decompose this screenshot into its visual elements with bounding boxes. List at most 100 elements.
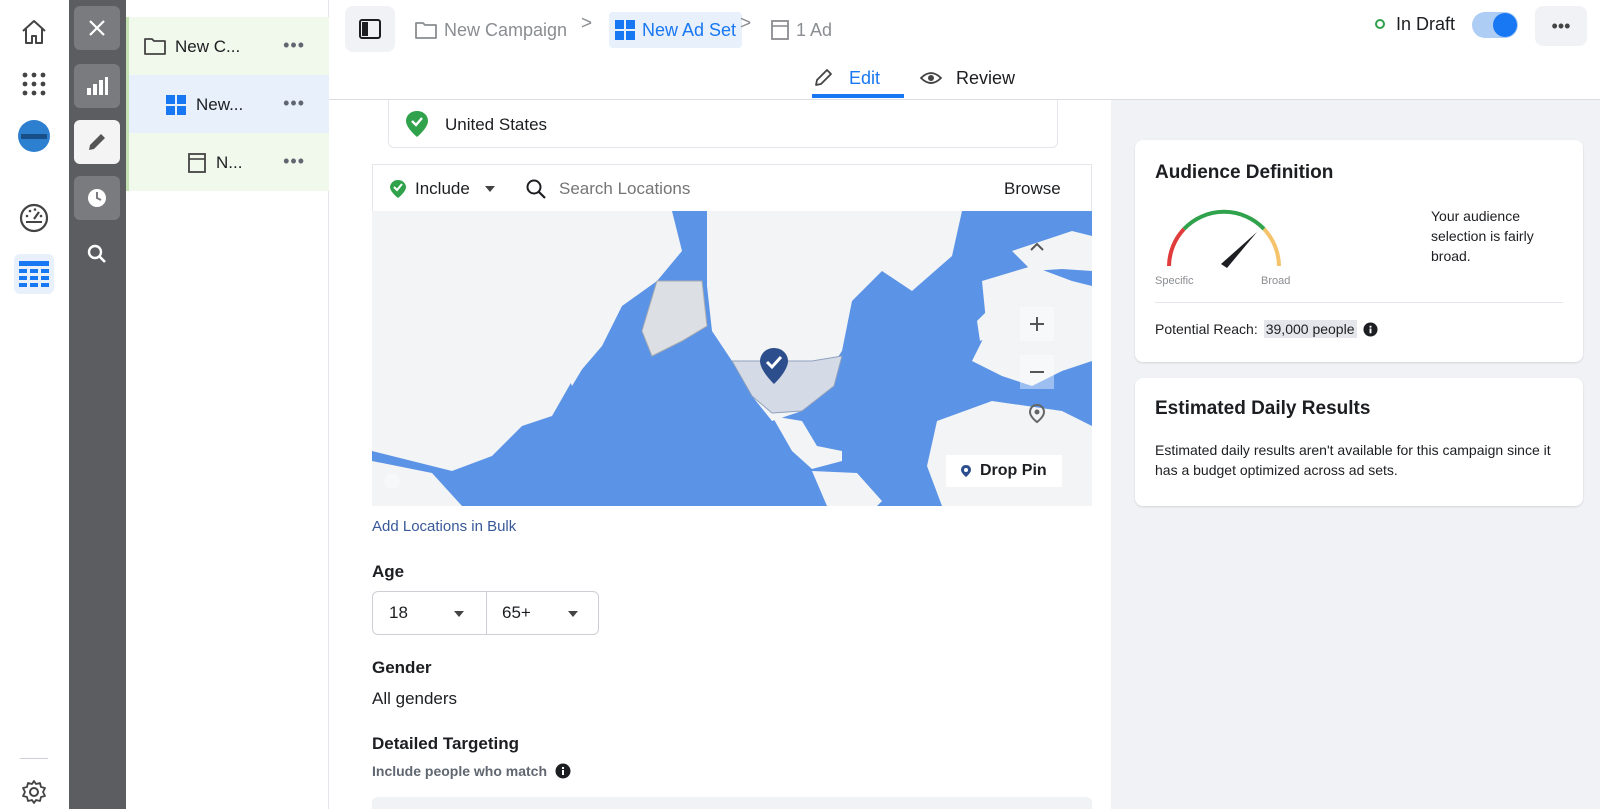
map-collapse-up-icon[interactable] <box>1022 231 1052 261</box>
reporting-chart-button[interactable] <box>74 64 120 108</box>
apps-grid-icon[interactable] <box>14 64 54 104</box>
drop-pin-button[interactable]: Drop Pin <box>946 455 1062 487</box>
tree-campaign-label: New C... <box>175 37 241 56</box>
tool-column <box>69 0 126 809</box>
search-icon <box>87 244 106 263</box>
search-zoom-button[interactable] <box>74 232 120 276</box>
ad-page-icon <box>188 153 206 173</box>
audience-divider <box>1155 302 1563 303</box>
tab-review[interactable]: Review <box>920 58 1015 98</box>
location-map[interactable]: Drop Pin <box>372 211 1092 506</box>
age-min-select[interactable]: 18 <box>372 591 487 635</box>
folder-icon <box>415 22 437 39</box>
selected-country-label: United States <box>445 115 548 134</box>
audience-title: Audience Definition <box>1155 162 1334 183</box>
more-options-icon[interactable]: ••• <box>283 35 305 56</box>
minus-icon <box>1030 371 1044 373</box>
united-states-map-pin-icon[interactable] <box>759 347 789 385</box>
pin-icon <box>961 465 971 477</box>
edit-pencil-button[interactable] <box>74 120 120 164</box>
main-form: United States Include Browse <box>329 100 1111 809</box>
breadcrumb-adset-label: New Ad Set <box>642 19 737 40</box>
bar-chart-icon <box>87 77 108 95</box>
audience-gauge-icon <box>1167 209 1281 268</box>
estimated-daily-results-card: Estimated Daily Results Estimated daily … <box>1135 378 1583 506</box>
header-more-button[interactable]: ••• <box>1535 6 1587 46</box>
estimated-title: Estimated Daily Results <box>1155 398 1371 419</box>
age-label: Age <box>372 562 405 581</box>
left-nav <box>0 0 69 809</box>
chevron-right-icon: > <box>740 13 752 34</box>
pencil-icon <box>89 134 105 150</box>
ad-page-icon <box>771 20 789 40</box>
toggle-knob <box>1493 13 1517 37</box>
tree-item-ad[interactable]: N... ••• <box>126 133 329 191</box>
add-locations-bulk-link[interactable]: Add Locations in Bulk <box>372 518 516 535</box>
gauge-right-label: Broad <box>1261 275 1291 287</box>
include-label: Include <box>415 179 470 198</box>
tab-review-label: Review <box>956 67 1016 88</box>
draft-toggle[interactable] <box>1472 12 1518 38</box>
search-icon <box>526 179 546 199</box>
location-search-bar: Include Browse <box>372 164 1092 212</box>
plus-icon <box>1030 317 1044 331</box>
location-pin-icon <box>390 180 406 198</box>
history-button[interactable] <box>74 176 120 220</box>
age-min-value: 18 <box>389 603 408 622</box>
gender-value[interactable]: All genders <box>372 689 457 709</box>
account-avatar[interactable] <box>14 116 54 156</box>
age-max-value: 65+ <box>502 603 531 622</box>
breadcrumb-campaign-label: New Campaign <box>444 19 568 40</box>
right-panel: Audience Definition Specific Broad Your … <box>1111 100 1600 809</box>
close-button[interactable] <box>74 6 120 50</box>
zoom-in-button[interactable] <box>1020 307 1054 341</box>
info-icon[interactable] <box>1362 321 1378 337</box>
breadcrumb-adset[interactable]: New Ad Set <box>609 12 743 48</box>
drop-pin-label: Drop Pin <box>980 462 1047 479</box>
age-max-select[interactable]: 65+ <box>486 591 599 635</box>
location-pin-check-icon <box>406 111 428 137</box>
tree-item-adset[interactable]: New... ••• <box>126 75 329 133</box>
detailed-targeting-input-edge[interactable] <box>372 797 1092 809</box>
include-dropdown[interactable]: Include <box>389 177 496 201</box>
more-options-icon[interactable]: ••• <box>283 93 305 114</box>
ads-manager-table-icon[interactable] <box>14 254 54 294</box>
tree-item-campaign[interactable]: New C... ••• <box>126 17 329 75</box>
detailed-targeting-sublabel: Include people who match <box>372 763 548 779</box>
info-icon[interactable] <box>555 763 571 779</box>
settings-gear-icon[interactable] <box>14 772 54 809</box>
caret-down-icon <box>454 611 464 617</box>
tree-adset-label: New... <box>196 95 244 114</box>
detailed-targeting-label: Detailed Targeting <box>372 734 520 753</box>
draft-status-label: In Draft <box>1396 14 1456 34</box>
recenter-map-button[interactable] <box>1020 397 1054 431</box>
potential-reach-label: Potential Reach: <box>1155 321 1258 337</box>
browse-link[interactable]: Browse <box>1004 179 1061 199</box>
dashboard-gauge-icon[interactable] <box>14 198 54 238</box>
eye-icon <box>920 72 942 84</box>
pencil-icon <box>815 69 832 86</box>
caret-down-icon <box>484 186 495 192</box>
location-search-input[interactable] <box>559 175 939 203</box>
selected-location-row: United States <box>388 100 1058 148</box>
folder-icon <box>144 38 166 55</box>
gender-label: Gender <box>372 658 432 677</box>
draft-status-dot <box>1375 19 1385 29</box>
top-bar: New Campaign > New Ad Set > 1 Ad In Draf… <box>329 0 1600 100</box>
more-options-icon[interactable]: ••• <box>283 151 305 172</box>
toggle-sidebar-button[interactable] <box>345 6 395 52</box>
estimated-text: Estimated daily results aren't available… <box>1155 442 1551 478</box>
detailed-targeting-sub: Include people who match <box>372 763 571 779</box>
breadcrumb-campaign[interactable]: New Campaign <box>415 12 567 48</box>
tab-edit[interactable]: Edit <box>813 58 880 98</box>
zoom-out-button[interactable] <box>1020 355 1054 389</box>
gauge-left-label: Specific <box>1155 275 1194 287</box>
campaign-tree: New C... ••• New... ••• N... ••• <box>126 0 329 809</box>
breadcrumb-ad[interactable]: 1 Ad <box>771 12 832 48</box>
potential-reach-value: 39,000 people <box>1263 320 1357 338</box>
locate-pin-icon <box>1028 404 1046 424</box>
home-icon[interactable] <box>14 12 54 52</box>
adset-grid-icon <box>615 20 635 40</box>
map-info-icon[interactable] <box>384 473 400 489</box>
chevron-right-icon: > <box>581 13 593 34</box>
